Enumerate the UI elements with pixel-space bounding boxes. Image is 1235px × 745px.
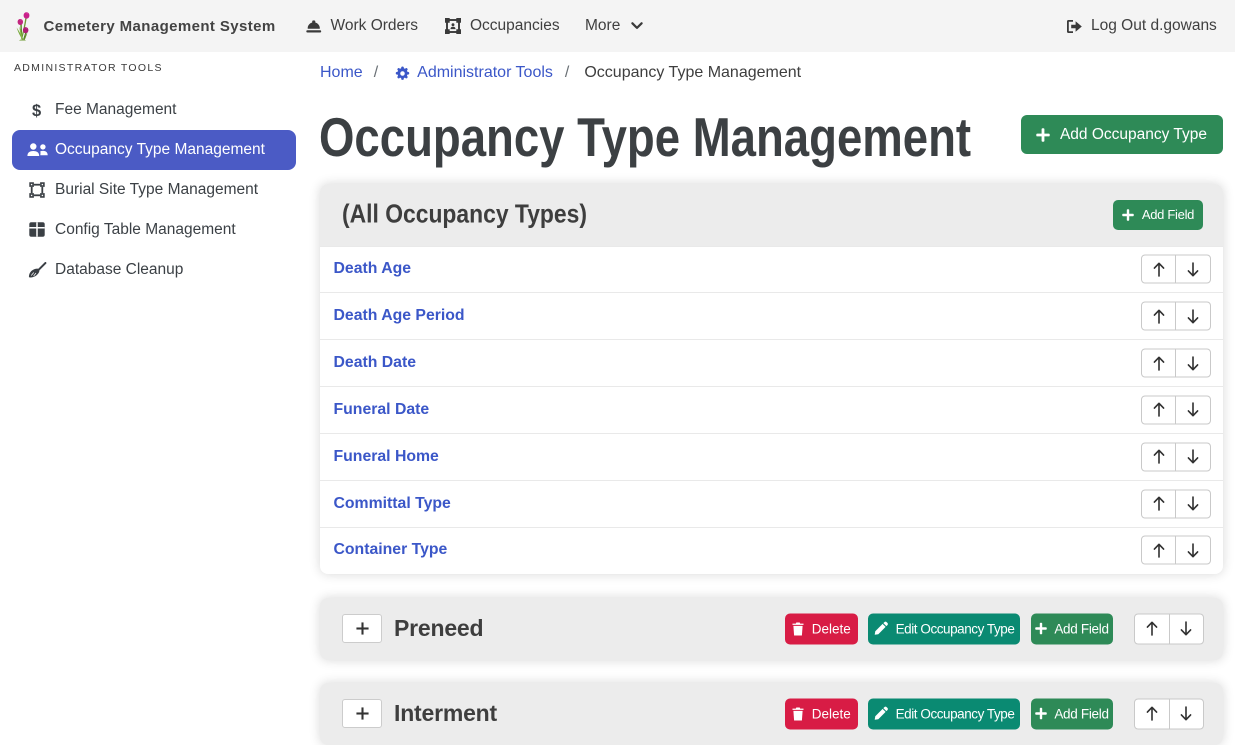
svg-text:$: $ [32, 102, 41, 119]
